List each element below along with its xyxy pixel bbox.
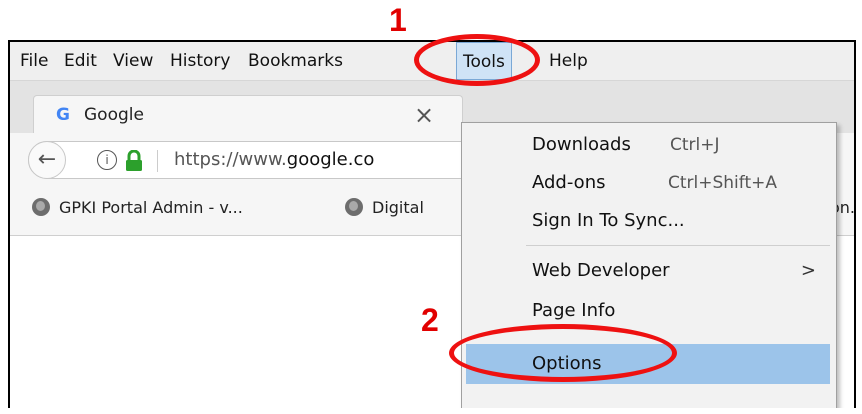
annotation-step-2: 2 [421,302,439,338]
globe-icon [345,198,363,216]
info-icon[interactable]: i [97,150,117,170]
annotation-ellipse-tools [414,34,540,86]
annotation-step-1: 1 [389,2,407,38]
bookmark-label: GPKI Portal Admin - v... [59,198,243,217]
menu-item-sign-in-sync[interactable]: Sign In To Sync... [462,202,836,240]
url-text[interactable]: https://www.google.co [174,149,374,170]
google-favicon-icon: G [56,105,70,125]
menu-item-label: Downloads [532,134,631,155]
menu-help[interactable]: Help [543,42,594,80]
menu-item-label: Sign In To Sync... [532,210,685,231]
bookmark-digital[interactable]: Digital [345,198,424,217]
tab-google[interactable]: G Google × [33,95,463,135]
bookmark-label: Digital [372,198,424,217]
menu-item-page-info[interactable]: Page Info [462,292,836,330]
url-domain: google.co [286,149,375,170]
url-separator [157,150,158,172]
back-arrow-icon[interactable]: ← [28,141,66,179]
bookmark-gpki[interactable]: GPKI Portal Admin - v... [32,198,243,217]
menu-edit[interactable]: Edit [58,42,103,80]
globe-icon [32,198,50,216]
menu-item-downloads[interactable]: Downloads Ctrl+J [462,126,836,164]
menu-separator [526,245,830,246]
tab-title: Google [84,105,144,125]
menu-item-shortcut: Ctrl+Shift+A [668,173,778,193]
url-prefix: https://www. [174,149,287,170]
menu-file[interactable]: File [14,42,54,80]
close-tab-icon[interactable]: × [414,101,434,129]
menu-history[interactable]: History [164,42,236,80]
menu-item-web-developer[interactable]: Web Developer > [462,252,836,290]
chevron-right-icon: > [800,260,816,281]
lock-icon[interactable] [125,150,143,172]
menu-item-add-ons[interactable]: Add-ons Ctrl+Shift+A [462,164,836,202]
menu-item-label: Web Developer [532,260,670,281]
menu-view[interactable]: View [107,42,159,80]
browser-window: File Edit View History Bookmarks Tools H… [8,40,856,408]
annotation-ellipse-options [449,324,677,382]
menu-bookmarks[interactable]: Bookmarks [242,42,349,80]
menu-item-shortcut: Ctrl+J [670,135,720,155]
menu-item-label: Add-ons [532,172,606,193]
